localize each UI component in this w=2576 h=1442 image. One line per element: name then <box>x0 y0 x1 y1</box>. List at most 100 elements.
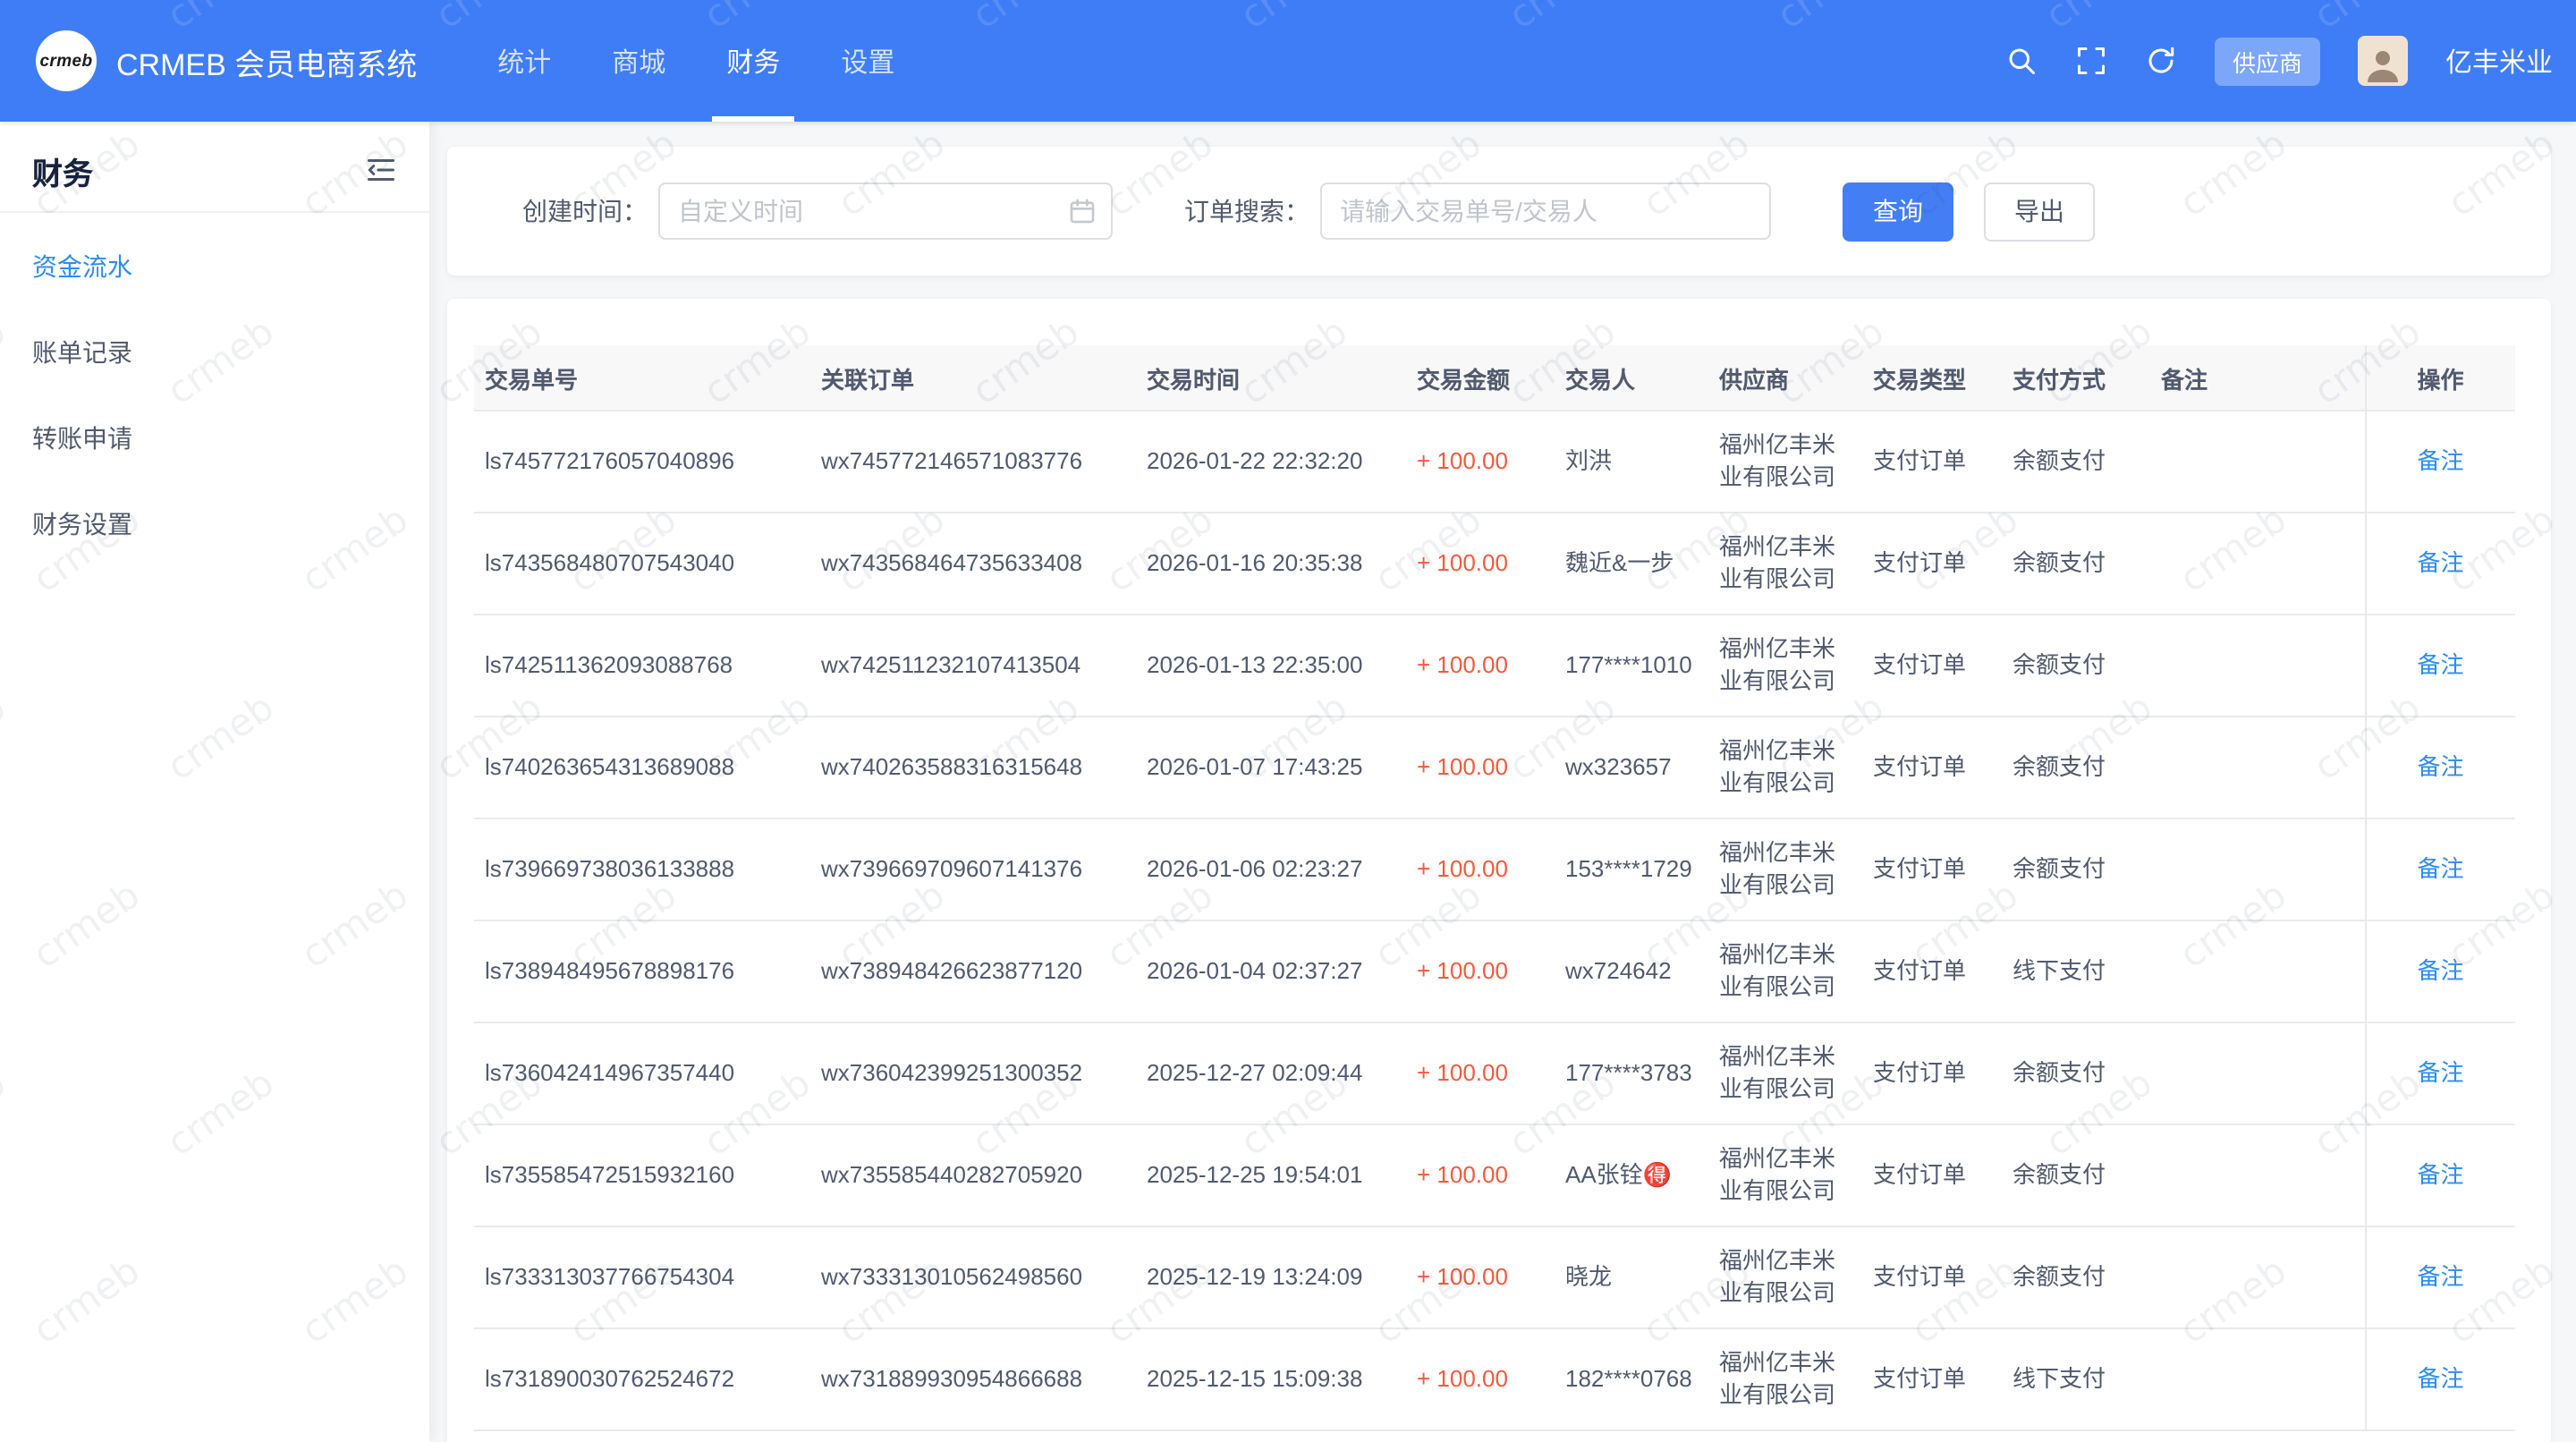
cell-remark <box>2150 1124 2365 1226</box>
sidebar-item[interactable]: 资金流水 <box>0 224 429 310</box>
cell-time: 2026-01-22 22:32:20 <box>1136 411 1406 513</box>
cell-type: 支付订单 <box>1862 819 2002 920</box>
nav-tab[interactable]: 财务 <box>712 0 794 122</box>
cell-trader: 153****1729 <box>1555 819 1708 920</box>
cell-action: 备注 <box>2365 513 2515 615</box>
menu-fold-icon[interactable] <box>365 154 397 186</box>
sidebar-item[interactable]: 账单记录 <box>0 310 429 395</box>
cell-trader: 177****3783 <box>1555 1022 1708 1124</box>
remark-link[interactable]: 备注 <box>2417 753 2463 780</box>
cell-time: 2025-12-19 13:24:09 <box>1136 1226 1406 1328</box>
cell-action: 备注 <box>2365 615 2515 717</box>
cell-type: 支付订单 <box>1862 920 2002 1022</box>
remark-link[interactable]: 备注 <box>2417 855 2463 882</box>
create-time-label: 创建时间： <box>522 193 648 229</box>
cell-trade-no: ls740263654313689088 <box>474 717 810 819</box>
remark-link[interactable]: 备注 <box>2417 1161 2463 1188</box>
column-header: 支付方式 <box>2002 345 2150 411</box>
table-row: ls745772176057040896 wx74577214657108377… <box>474 411 2515 513</box>
sidebar-title: 财务 <box>32 148 93 192</box>
table-row: ls739669738036133888 wx73966970960714137… <box>474 819 2515 920</box>
column-header: 交易时间 <box>1136 345 1406 411</box>
cell-order-no: wx735585440282705920 <box>810 1124 1136 1226</box>
cell-order-no: wx745772146571083776 <box>810 411 1136 513</box>
remark-link[interactable]: 备注 <box>2417 447 2463 474</box>
column-header: 供应商 <box>1708 345 1862 411</box>
cell-action: 备注 <box>2365 920 2515 1022</box>
cell-trade-no: ls743568480707543040 <box>474 513 810 615</box>
supplier-badge[interactable]: 供应商 <box>2215 37 2320 85</box>
nav-tab[interactable]: 设置 <box>826 0 909 122</box>
remark-link[interactable]: 备注 <box>2417 1263 2463 1290</box>
cell-amount: + 100.00 <box>1406 1226 1555 1328</box>
table-row: ls733313037766754304 wx73331301056249856… <box>474 1226 2515 1328</box>
sidebar-item[interactable]: 财务设置 <box>0 481 429 567</box>
date-range-input[interactable] <box>658 182 1113 240</box>
cell-trader: 刘洪 <box>1555 411 1708 513</box>
fullscreen-icon[interactable] <box>2075 45 2107 77</box>
top-nav: 统计 商城 财务 设置 <box>467 0 925 122</box>
refresh-icon[interactable] <box>2145 45 2177 77</box>
remark-link[interactable]: 备注 <box>2417 651 2463 678</box>
cell-type: 支付订单 <box>1862 411 2002 513</box>
remark-link[interactable]: 备注 <box>2417 957 2463 984</box>
order-search-field <box>1320 182 1771 240</box>
cell-trade-no: ls742511362093088768 <box>474 615 810 717</box>
cell-remark <box>2150 1226 2365 1328</box>
cell-supplier: 福州亿丰米业有限公司 <box>1708 615 1862 717</box>
table-row: ls738948495678898176 wx73894842662387712… <box>474 920 2515 1022</box>
table-row: ls740263654313689088 wx74026358831631564… <box>474 717 2515 819</box>
nav-tab[interactable]: 商城 <box>597 0 680 122</box>
column-header: 交易人 <box>1555 345 1708 411</box>
cell-trade-no: ls735585472515932160 <box>474 1124 810 1226</box>
cell-pay-method: 余额支付 <box>2002 1022 2150 1124</box>
cell-pay-method: 余额支付 <box>2002 615 2150 717</box>
sidebar-item[interactable]: 转账申请 <box>0 395 429 481</box>
table-row: ls731890030762524672 wx73188993095486668… <box>474 1328 2515 1430</box>
sidebar-menu: 资金流水 账单记录 转账申请 财务设置 <box>0 224 429 567</box>
remark-link[interactable]: 备注 <box>2417 1059 2463 1086</box>
cell-time: 2025-12-25 19:54:01 <box>1136 1124 1406 1226</box>
remark-link[interactable]: 备注 <box>2417 1365 2463 1392</box>
person-icon <box>2361 43 2404 86</box>
remark-link[interactable]: 备注 <box>2417 549 2463 576</box>
cell-supplier: 福州亿丰米业有限公司 <box>1708 1328 1862 1430</box>
cell-pay-method: 线下支付 <box>2002 1328 2150 1430</box>
cell-time: 2025-12-27 02:09:44 <box>1136 1022 1406 1124</box>
cell-type: 支付订单 <box>1862 717 2002 819</box>
cell-order-no: wx731889930954866688 <box>810 1328 1136 1430</box>
table-row: ls736042414967357440 wx73604239925130035… <box>474 1022 2515 1124</box>
order-search-input[interactable] <box>1320 182 1771 240</box>
export-button[interactable]: 导出 <box>1984 182 2095 241</box>
cell-trade-no: ls736042414967357440 <box>474 1022 810 1124</box>
cell-remark <box>2150 1022 2365 1124</box>
cell-trader: wx724642 <box>1555 920 1708 1022</box>
nav-tab[interactable]: 统计 <box>483 0 565 122</box>
main-content: 创建时间： 订单搜索： 查询 导出 交易单号 关联订单 <box>429 122 2576 1442</box>
cell-amount: + 100.00 <box>1406 1124 1555 1226</box>
column-header: 交易类型 <box>1862 345 2002 411</box>
app-root: crmeb CRMEB 会员电商系统 统计 商城 财务 设置 供应商 亿丰米业 <box>0 0 2576 1442</box>
username[interactable]: 亿丰米业 <box>2445 42 2553 80</box>
cell-remark <box>2150 819 2365 920</box>
table-row: ls743568480707543040 wx74356846473563340… <box>474 513 2515 615</box>
cell-order-no: wx743568464735633408 <box>810 513 1136 615</box>
column-header: 操作 <box>2365 345 2515 411</box>
cell-supplier: 福州亿丰米业有限公司 <box>1708 411 1862 513</box>
cell-time: 2026-01-13 22:35:00 <box>1136 615 1406 717</box>
cell-type: 支付订单 <box>1862 1226 2002 1328</box>
logo-icon: crmeb <box>36 30 97 91</box>
table-row: ls735585472515932160 wx73558544028270592… <box>474 1124 2515 1226</box>
user-avatar[interactable] <box>2358 36 2408 86</box>
cell-remark <box>2150 1328 2365 1430</box>
cell-supplier: 福州亿丰米业有限公司 <box>1708 819 1862 920</box>
app-title: CRMEB 会员电商系统 <box>116 38 417 83</box>
cell-order-no: wx733313010562498560 <box>810 1226 1136 1328</box>
cell-order-no: wx736042399251300352 <box>810 1022 1136 1124</box>
table-header-row: 交易单号 关联订单 交易时间 交易金额 交易人 供应商 交易类型 支付方式 备注… <box>474 345 2515 411</box>
cell-action: 备注 <box>2365 1022 2515 1124</box>
cell-time: 2026-01-07 17:43:25 <box>1136 717 1406 819</box>
query-button[interactable]: 查询 <box>1843 182 1953 241</box>
search-icon[interactable] <box>2005 45 2038 77</box>
cell-amount: + 100.00 <box>1406 513 1555 615</box>
